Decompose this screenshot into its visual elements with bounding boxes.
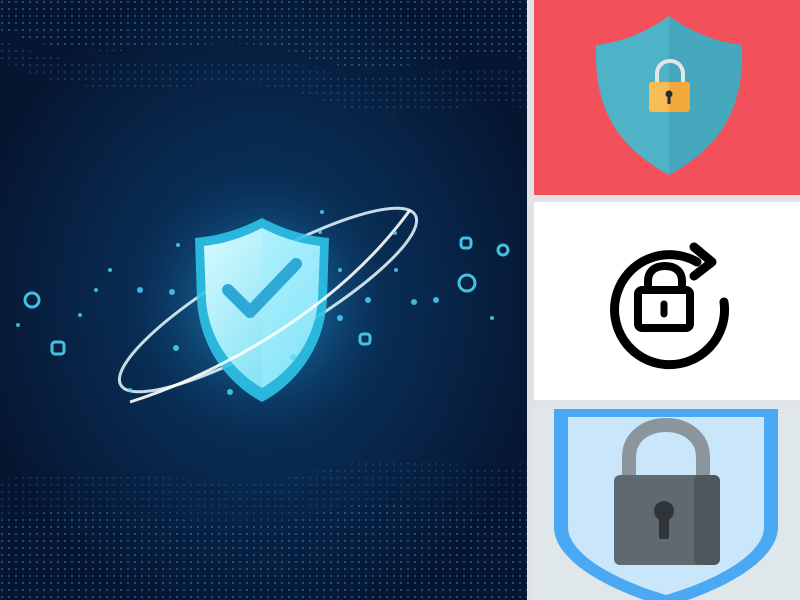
shield-padlock-tile [534,0,800,195]
shield-keyhole-tile [534,407,800,600]
security-illustration [0,0,527,600]
security-scene [0,0,527,600]
refresh-padlock-tile [534,202,800,400]
shield-keyhole-lock-icon [554,409,778,600]
